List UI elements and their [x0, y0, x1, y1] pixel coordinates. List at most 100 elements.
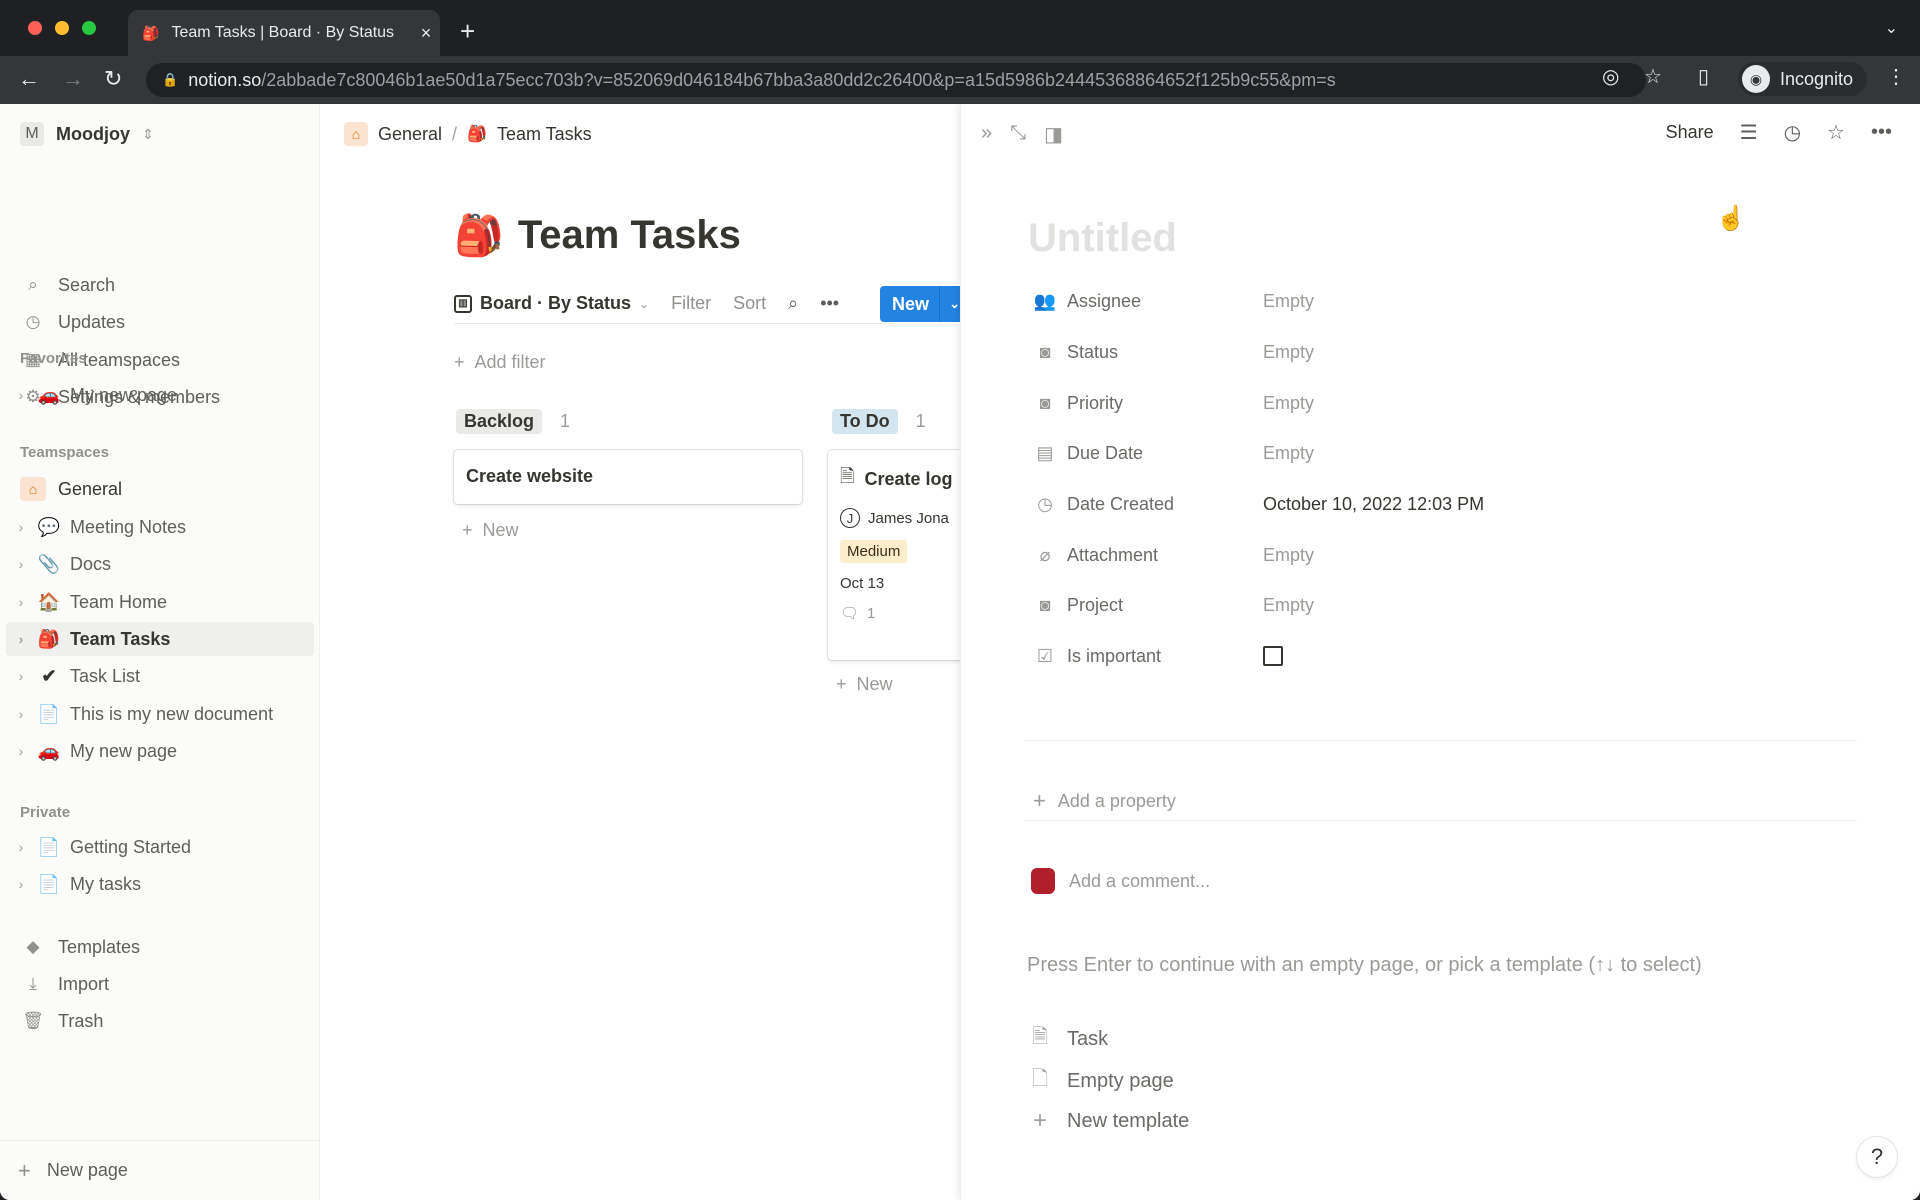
sort-button[interactable]: Sort: [733, 293, 766, 314]
tab-search-chevron-icon[interactable]: ⌄: [1885, 18, 1898, 38]
property-date-created[interactable]: ◷ Date Created October 10, 2022 12:03 PM: [1033, 487, 1833, 521]
sidebar-page-getting-started[interactable]: › 📄 Getting Started: [6, 830, 314, 864]
sidebar-item-templates[interactable]: ◆ Templates: [20, 932, 310, 962]
checkmark-icon: ✔: [41, 665, 57, 686]
chevron-right-icon[interactable]: ›: [6, 706, 36, 722]
sidebar-page-my-new-page-favorite[interactable]: › 🚗 My new page: [6, 378, 314, 412]
property-project[interactable]: ◙ Project Empty: [1033, 588, 1833, 622]
sidebar-page-label: My new page: [70, 384, 178, 405]
sidebar-item-search[interactable]: ⌕ Search: [20, 270, 310, 300]
favorite-star-icon[interactable]: ☆: [1827, 120, 1845, 145]
new-page-button[interactable]: + New page: [0, 1140, 320, 1200]
maximize-window-button[interactable]: [82, 21, 96, 35]
chevron-right-icon[interactable]: ›: [6, 631, 36, 647]
property-attachment[interactable]: ⌀ Attachment Empty: [1033, 538, 1833, 572]
property-priority[interactable]: ◙ Priority Empty: [1033, 386, 1833, 420]
page-title-input[interactable]: Untitled: [1028, 216, 1177, 261]
browser-menu-icon[interactable]: ⋮: [1886, 64, 1906, 89]
share-button[interactable]: Share: [1666, 122, 1714, 143]
more-options-icon[interactable]: •••: [1871, 121, 1892, 144]
plus-icon: +: [1033, 788, 1046, 813]
workspace-switcher[interactable]: M Moodjoy ⇕: [20, 122, 154, 146]
backpack-icon[interactable]: 🎒: [454, 212, 504, 259]
help-button[interactable]: ?: [1856, 1136, 1898, 1178]
sidebar-page-label: Team Tasks: [70, 628, 171, 649]
is-important-checkbox[interactable]: [1263, 646, 1283, 666]
page-title-text[interactable]: Team Tasks: [518, 213, 741, 258]
more-options-icon[interactable]: •••: [820, 293, 839, 314]
add-filter-button[interactable]: + Add filter: [454, 352, 546, 373]
forward-arrow-icon[interactable]: →: [62, 66, 84, 92]
status-tag[interactable]: To Do: [832, 409, 898, 434]
peek-mode-icon[interactable]: ◨: [1044, 122, 1063, 147]
sidebar-page-task-list[interactable]: › ✔ Task List: [6, 659, 314, 693]
property-is-important[interactable]: ☑ Is important: [1033, 639, 1833, 673]
comment-composer[interactable]: Add a comment...: [1031, 868, 1210, 894]
breadcrumb-general[interactable]: General: [378, 124, 442, 145]
comment-input[interactable]: Add a comment...: [1069, 871, 1210, 892]
bookmark-star-icon[interactable]: ☆: [1644, 64, 1662, 89]
eye-off-icon[interactable]: ◎: [1602, 64, 1619, 89]
side-panel-icon[interactable]: ▯: [1698, 64, 1709, 89]
property-status[interactable]: ◙ Status Empty: [1033, 335, 1833, 369]
back-arrow-icon[interactable]: ←: [18, 66, 40, 92]
sidebar-page-my-tasks[interactable]: › 📄 My tasks: [6, 867, 314, 901]
property-value[interactable]: Empty: [1263, 443, 1314, 464]
incognito-profile-button[interactable]: ◉ Incognito: [1738, 62, 1868, 96]
reload-icon[interactable]: ↻: [104, 66, 122, 92]
sidebar-page-team-home[interactable]: › 🏠 Team Home: [6, 585, 314, 619]
new-template-button[interactable]: + New template: [1029, 1107, 1189, 1135]
sidebar-item-updates[interactable]: ◷ Updates: [20, 307, 310, 337]
history-clock-icon[interactable]: ◷: [1784, 120, 1801, 145]
property-value[interactable]: Empty: [1263, 393, 1314, 414]
close-window-button[interactable]: [28, 21, 42, 35]
sidebar-page-docs[interactable]: › 📎 Docs: [6, 547, 314, 581]
chevron-right-icon[interactable]: ›: [6, 839, 36, 855]
search-icon[interactable]: ⌕: [788, 293, 798, 314]
breadcrumb-team-tasks[interactable]: Team Tasks: [497, 124, 592, 145]
chevron-right-icon[interactable]: ›: [6, 387, 36, 403]
column-new-button[interactable]: + New: [836, 674, 893, 695]
property-value[interactable]: Empty: [1263, 291, 1314, 312]
chevron-right-icon[interactable]: ›: [6, 743, 36, 759]
property-value[interactable]: Empty: [1263, 545, 1314, 566]
address-bar[interactable]: 🔒 notion.so/2abbade7c80046b1ae50d1a75ecc…: [146, 63, 1646, 97]
sidebar-page-my-new-page[interactable]: › 🚗 My new page: [6, 734, 314, 768]
add-property-button[interactable]: + Add a property: [1033, 788, 1176, 814]
chevron-right-icon[interactable]: ›: [6, 668, 36, 684]
teamspace-general[interactable]: ⌂ General: [20, 474, 310, 504]
new-tab-button[interactable]: +: [460, 16, 475, 47]
close-tab-icon[interactable]: ×: [412, 23, 440, 44]
checkbox-icon: ☑: [1036, 645, 1054, 666]
chevron-right-icon[interactable]: ›: [6, 876, 36, 892]
chevron-right-icon[interactable]: ›: [6, 556, 36, 572]
sidebar-page-team-tasks[interactable]: › 🎒 Team Tasks: [6, 622, 314, 656]
filter-button[interactable]: Filter: [671, 293, 711, 314]
close-peek-chevrons-icon[interactable]: »: [981, 122, 992, 147]
minimize-window-button[interactable]: [55, 21, 69, 35]
view-selector[interactable]: ▥ Board · By Status ⌄: [454, 293, 649, 314]
board-icon: ▥: [454, 294, 472, 313]
comments-icon[interactable]: ☰: [1740, 120, 1758, 145]
status-tag[interactable]: Backlog: [456, 409, 543, 434]
add-filter-label: Add filter: [474, 352, 546, 372]
sidebar-item-trash[interactable]: 🗑 Trash: [20, 1006, 310, 1036]
board-card[interactable]: Create website: [454, 450, 802, 504]
chevron-right-icon[interactable]: ›: [6, 594, 36, 610]
new-item-button[interactable]: New ⌄: [880, 286, 970, 322]
sidebar-page-meeting-notes[interactable]: › 💬 Meeting Notes: [6, 510, 314, 544]
template-task[interactable]: 🗎 Task: [1029, 1022, 1108, 1056]
board-view: ⌂ General / 🎒 Team Tasks 🎒 Team Tasks ▥ …: [320, 104, 1028, 1200]
chevron-right-icon[interactable]: ›: [6, 519, 36, 535]
expand-icon[interactable]: ⤡: [1010, 122, 1026, 147]
property-due-date[interactable]: ▤ Due Date Empty: [1033, 436, 1833, 470]
sidebar-page-new-document[interactable]: › 📄 This is my new document: [6, 697, 314, 731]
browser-tab[interactable]: 🎒 Team Tasks | Board · By Status ×: [128, 10, 440, 56]
property-value[interactable]: Empty: [1263, 342, 1314, 363]
sidebar-item-import[interactable]: ⤓ Import: [20, 969, 310, 999]
property-value[interactable]: Empty: [1263, 595, 1314, 616]
template-empty-page[interactable]: 🗋 Empty page: [1029, 1064, 1174, 1098]
column-new-button[interactable]: + New: [462, 520, 519, 541]
property-assignee[interactable]: 👥 Assignee Empty: [1033, 284, 1833, 318]
card-title: Create log: [864, 468, 953, 489]
